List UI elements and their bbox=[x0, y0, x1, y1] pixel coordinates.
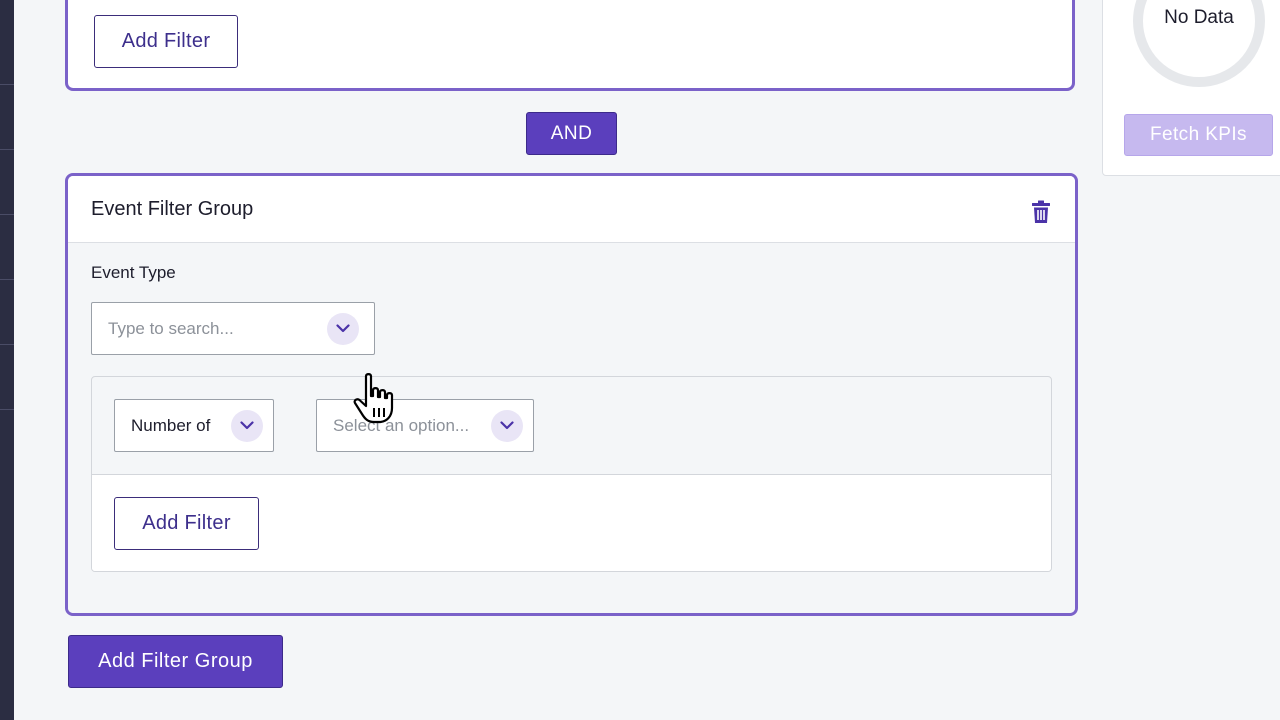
filter-footer: Add Filter bbox=[92, 475, 1051, 571]
event-type-select[interactable]: Type to search... bbox=[91, 302, 375, 355]
group-header: Event Filter Group bbox=[68, 176, 1075, 243]
trash-icon[interactable] bbox=[1031, 200, 1051, 224]
chevron-down-icon[interactable] bbox=[231, 409, 263, 442]
and-connector-button[interactable]: AND bbox=[526, 112, 617, 155]
rail-divider bbox=[0, 214, 14, 215]
event-type-label: Event Type bbox=[91, 263, 176, 282]
chevron-down-icon[interactable] bbox=[327, 312, 359, 345]
event-type-placeholder: Type to search... bbox=[108, 318, 234, 338]
rail-divider bbox=[0, 279, 14, 280]
add-filter-button[interactable]: Add Filter bbox=[94, 15, 238, 68]
left-sidebar-rail bbox=[0, 0, 14, 720]
filter-row: Number of Select an option... bbox=[92, 377, 1051, 475]
aggregate-value: Number of bbox=[131, 415, 211, 435]
rail-divider bbox=[0, 344, 14, 345]
add-filter-button[interactable]: Add Filter bbox=[114, 497, 259, 550]
group-body: Event Type Type to search... Number of S… bbox=[68, 243, 1075, 613]
option-placeholder: Select an option... bbox=[333, 415, 470, 435]
event-filter-box: Number of Select an option... Add Filter bbox=[91, 376, 1052, 572]
previous-filter-group: Add Filter bbox=[65, 0, 1075, 91]
rail-divider bbox=[0, 149, 14, 150]
option-select[interactable]: Select an option... bbox=[316, 399, 534, 452]
group-title: Event Filter Group bbox=[91, 198, 254, 220]
add-filter-group-button[interactable]: Add Filter Group bbox=[68, 635, 283, 688]
kpi-panel: No Data Fetch KPIs bbox=[1102, 0, 1280, 176]
fetch-kpis-button[interactable]: Fetch KPIs bbox=[1124, 114, 1273, 156]
aggregate-select[interactable]: Number of bbox=[114, 399, 274, 452]
chevron-down-icon[interactable] bbox=[491, 409, 523, 442]
rail-divider bbox=[0, 84, 14, 85]
rail-divider bbox=[0, 409, 14, 410]
event-filter-group: Event Filter Group Event Type Type to se… bbox=[65, 173, 1078, 616]
no-data-label: No Data bbox=[1164, 7, 1234, 28]
